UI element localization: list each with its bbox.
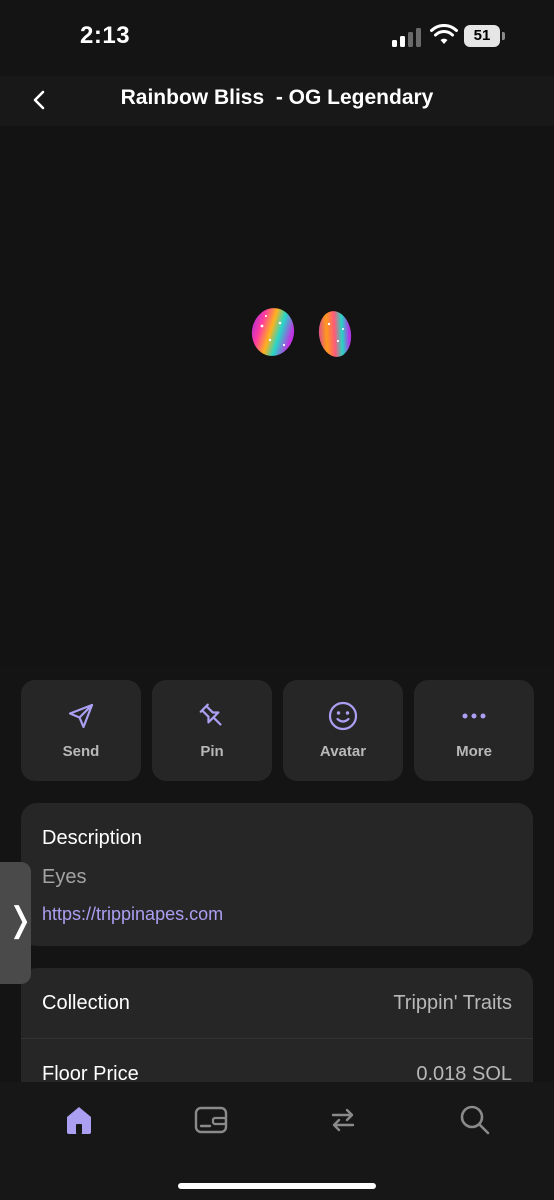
collection-row[interactable]: Collection Trippin' Traits: [21, 968, 533, 1038]
collection-label: Collection: [42, 992, 130, 1014]
description-text: Eyes: [42, 866, 87, 888]
home-indicator: [178, 1183, 376, 1189]
collection-value: Trippin' Traits: [393, 992, 512, 1014]
status-bar: 2:13 51: [0, 0, 554, 76]
send-button[interactable]: Send: [21, 680, 141, 781]
page-title: Rainbow Bliss - OG Legendary: [120, 86, 434, 109]
nav-header: Rainbow Bliss - OG Legendary: [0, 76, 554, 126]
action-buttons: Send Pin Avatar More: [21, 680, 534, 781]
description-heading: Description: [42, 827, 143, 849]
rainbow-eyes-artwork: [251, 308, 352, 357]
more-label: More: [456, 743, 492, 760]
wallet-icon[interactable]: [193, 1102, 229, 1138]
swap-icon[interactable]: [325, 1102, 361, 1138]
pin-button[interactable]: Pin: [152, 680, 272, 781]
avatar-button[interactable]: Avatar: [283, 680, 403, 781]
side-drawer-handle[interactable]: ❭: [0, 862, 35, 984]
pin-icon: [199, 703, 222, 726]
chevron-right-icon: ❭: [6, 901, 35, 939]
send-icon: [68, 703, 94, 729]
status-time: 2:13: [80, 22, 131, 49]
wifi-icon: [430, 24, 458, 44]
nft-image: [0, 126, 554, 666]
home-icon[interactable]: [61, 1102, 97, 1138]
pin-label: Pin: [200, 743, 224, 760]
search-icon[interactable]: [457, 1102, 493, 1138]
battery-tip: [502, 32, 505, 40]
more-button[interactable]: More: [414, 680, 534, 781]
smiley-icon: [328, 701, 358, 731]
description-card: Description Eyes https://trippinapes.com: [21, 803, 533, 946]
website-link[interactable]: https://trippinapes.com: [42, 904, 223, 925]
avatar-label: Avatar: [319, 743, 367, 760]
more-dots-icon: [462, 713, 486, 719]
cellular-signal-icon: [392, 27, 422, 47]
battery-icon: 51: [464, 25, 500, 47]
send-label: Send: [62, 743, 100, 760]
